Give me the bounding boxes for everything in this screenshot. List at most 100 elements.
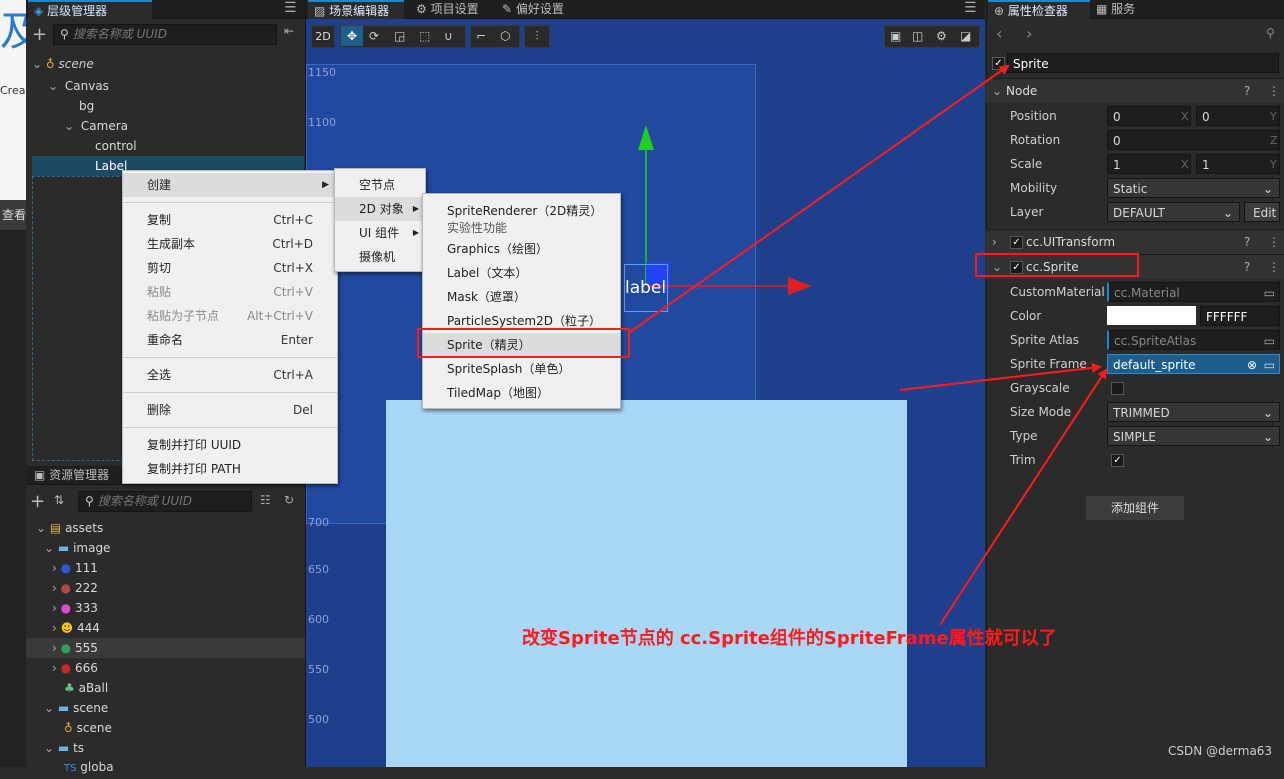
more-icon[interactable]: ⋮ xyxy=(1268,79,1280,103)
node-section-header[interactable]: ⌄ Node ? ⋮ xyxy=(986,78,1284,103)
hierarchy-search-input[interactable]: ⚲ 搜索名称或 UUID xyxy=(53,24,277,45)
menu-item-create[interactable]: 创建 ▶ xyxy=(123,173,337,197)
node-active-checkbox[interactable]: ✓ xyxy=(992,57,1005,70)
scale-y-input[interactable]: 1 xyxy=(1196,154,1280,174)
scale-tool-icon[interactable]: ◲ xyxy=(394,26,405,46)
submenu-sprite-splash[interactable]: SpriteSplash（单色） xyxy=(423,357,620,381)
submenu-sprite-renderer[interactable]: SpriteRenderer（2D精灵） 实验性功能 xyxy=(423,198,620,238)
rotation-z-input[interactable]: 0 xyxy=(1107,130,1280,150)
submenu-label[interactable]: Label（文本） xyxy=(423,261,620,285)
asset-666[interactable]: › ● 666 xyxy=(52,658,98,678)
menu-item-copy-path[interactable]: 复制并打印 PATH xyxy=(123,457,337,481)
asset-111[interactable]: › ● 111 xyxy=(52,558,98,578)
grayscale-checkbox[interactable] xyxy=(1111,382,1124,395)
rotate-tool-icon[interactable]: ⟳ xyxy=(369,26,379,46)
trim-checkbox[interactable]: ✓ xyxy=(1111,454,1124,467)
camera-icon[interactable]: ◫ xyxy=(912,26,923,46)
help-icon[interactable]: ? xyxy=(1244,79,1250,103)
clear-icon[interactable]: ⊗ xyxy=(1247,355,1257,375)
tab-inspector[interactable]: ⊕ 属性检查器 xyxy=(988,0,1090,20)
menu-item-copy-uuid[interactable]: 复制并打印 UUID xyxy=(123,433,337,457)
layer-edit-button[interactable]: Edit xyxy=(1244,202,1280,222)
scale-x-input[interactable]: 1 xyxy=(1107,154,1191,174)
menu-item-cut[interactable]: 剪切 Ctrl+X xyxy=(123,256,337,280)
screenshot-icon[interactable]: ▣ xyxy=(890,26,901,46)
help-icon[interactable]: ? xyxy=(1244,255,1250,279)
asset-555[interactable]: › ● 555 xyxy=(52,638,98,658)
asset-333[interactable]: › ● 333 xyxy=(52,598,98,618)
tree-node-canvas[interactable]: ⌄ Canvas xyxy=(48,76,109,96)
menu-item-rename[interactable]: 重命名 Enter xyxy=(123,328,337,352)
submenu-ui-component[interactable]: UI 组件 ▶ xyxy=(335,221,425,245)
color-hex-input[interactable]: FFFFFF xyxy=(1200,306,1280,326)
local-space-icon[interactable]: ⬡ xyxy=(500,26,510,46)
sort-icon[interactable]: ⇅ xyxy=(54,493,64,507)
uitransform-checkbox[interactable]: ✓ xyxy=(1010,236,1023,249)
tab-preferences[interactable]: ✎ 偏好设置 xyxy=(496,0,564,18)
hierarchy-menu-icon[interactable]: ☰ xyxy=(284,0,297,16)
submenu-mask[interactable]: Mask（遮罩） xyxy=(423,285,620,309)
tab-scene-editor[interactable]: ▨ 场景编辑器 xyxy=(308,0,404,20)
submenu-camera[interactable]: 摄像机 xyxy=(335,245,425,269)
hierarchy-tab[interactable]: ◈ 层级管理器 xyxy=(28,0,152,20)
color-swatch[interactable] xyxy=(1107,306,1196,325)
asset-scene-file[interactable]: ♁ scene xyxy=(64,718,112,738)
collapse-all-icon[interactable]: ⇤ xyxy=(284,24,294,38)
position-x-input[interactable]: 0 xyxy=(1107,106,1191,126)
mode-2d-button[interactable]: 2D xyxy=(311,25,335,48)
asset-222[interactable]: › ● 222 xyxy=(52,578,98,598)
asset-assets[interactable]: ⌄ ▤ assets xyxy=(36,518,103,538)
tree-node-control[interactable]: control xyxy=(95,136,137,156)
submenu-2d-object[interactable]: 2D 对象 ▶ xyxy=(335,197,425,221)
tab-services[interactable]: ▦ 服务 xyxy=(1090,0,1135,18)
asset-image-folder[interactable]: ⌄ ▬ image xyxy=(44,538,110,558)
submenu-graphics[interactable]: Graphics（绘图） xyxy=(423,237,620,261)
add-component-button[interactable]: 添加组件 xyxy=(1086,496,1184,520)
menu-item-delete[interactable]: 删除 Del xyxy=(123,398,337,422)
type-select[interactable]: SIMPLE ⌄ xyxy=(1107,426,1280,446)
uitransform-header[interactable]: › ✓ cc.UITransform ? ⋮ xyxy=(986,229,1284,254)
node-name-input[interactable]: Sprite xyxy=(1007,53,1279,73)
size-mode-select[interactable]: TRIMMED ⌄ xyxy=(1107,402,1280,422)
mobility-select[interactable]: Static ⌄ xyxy=(1107,178,1280,198)
more-icon[interactable]: ⋮ xyxy=(1268,230,1280,254)
assets-list-icon[interactable]: ☷ xyxy=(260,493,271,507)
scene-gizmo-icon[interactable]: ◪ xyxy=(960,26,971,46)
tree-node-bg[interactable]: bg xyxy=(79,96,94,116)
menu-item-paste[interactable]: 粘贴 Ctrl+V xyxy=(123,280,337,304)
asset-globa[interactable]: TS globa xyxy=(64,757,114,777)
menu-item-paste-as-child[interactable]: 粘贴为子节点 Alt+Ctrl+V xyxy=(123,304,337,328)
tree-node-camera[interactable]: ⌄ Camera xyxy=(64,116,128,136)
back-arrow-icon[interactable]: ‹ xyxy=(996,24,1002,43)
scene-menu-icon[interactable]: ☰ xyxy=(964,0,977,16)
pin-icon[interactable]: ⚲ xyxy=(1266,26,1275,40)
asset-aball[interactable]: ♣ aBall xyxy=(64,678,108,698)
menu-item-copy[interactable]: 复制 Ctrl+C xyxy=(123,208,337,232)
asset-ts-folder[interactable]: ⌄ ▬ ts xyxy=(44,738,84,758)
sprite-atlas-field[interactable]: cc.SpriteAtlas ▭ xyxy=(1107,330,1280,350)
asset-scene-folder[interactable]: ⌄ ▬ scene xyxy=(44,698,108,718)
settings-icon[interactable]: ⚙ xyxy=(936,26,947,46)
asset-444[interactable]: › ☻ 444 xyxy=(52,618,100,638)
align-tools[interactable]: ⫶ xyxy=(524,25,550,48)
refresh-icon[interactable]: ↻ xyxy=(284,493,294,507)
submenu-empty-node[interactable]: 空节点 xyxy=(335,173,425,197)
pivot-icon[interactable]: ⌐ xyxy=(476,26,486,46)
snap-tool-icon[interactable]: ∪ xyxy=(444,26,453,46)
sprite-frame-field[interactable]: default_sprite ⊗ ▭ xyxy=(1107,354,1280,374)
move-tool-icon[interactable]: ✥ xyxy=(341,26,363,46)
submenu-tiledmap[interactable]: TiledMap（地图） xyxy=(423,381,620,405)
custom-material-field[interactable]: cc.Material ▭ xyxy=(1107,282,1280,302)
menu-item-select-all[interactable]: 全选 Ctrl+A xyxy=(123,363,337,387)
more-icon[interactable]: ⋮ xyxy=(1268,255,1280,279)
tab-project-settings[interactable]: ⚙ 项目设置 xyxy=(410,0,479,18)
menu-item-duplicate[interactable]: 生成副本 Ctrl+D xyxy=(123,232,337,256)
tree-node-scene[interactable]: ⌄ ♁ scene xyxy=(32,54,94,74)
rect-tool-icon[interactable]: ⬚ xyxy=(419,26,430,46)
add-asset-icon[interactable]: + xyxy=(30,491,45,512)
position-y-input[interactable]: 0 xyxy=(1196,106,1280,126)
add-node-icon[interactable]: + xyxy=(32,24,47,45)
help-icon[interactable]: ? xyxy=(1244,230,1250,254)
assets-search-input[interactable]: ⚲ 搜索名称或 UUID xyxy=(78,491,252,512)
forward-arrow-icon[interactable]: › xyxy=(1026,24,1032,43)
